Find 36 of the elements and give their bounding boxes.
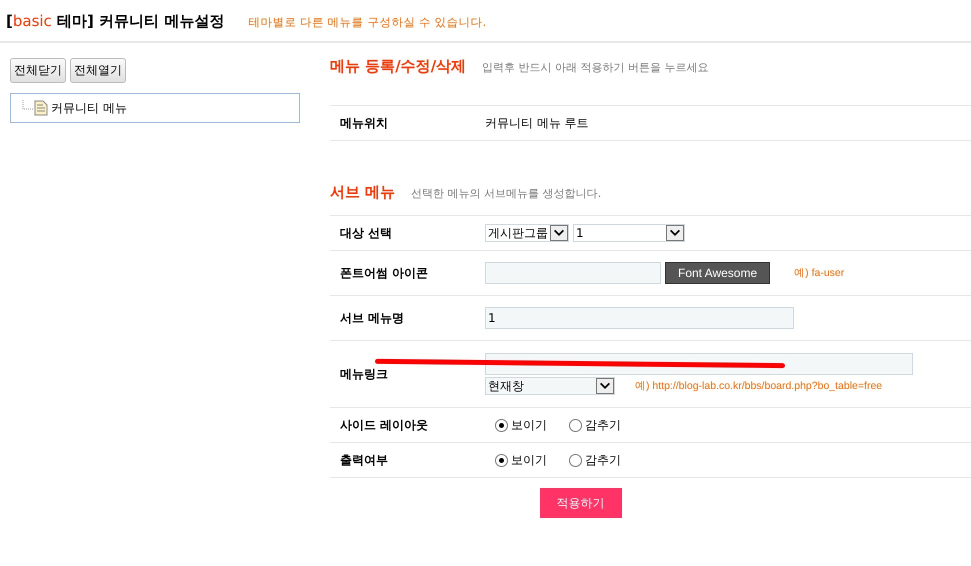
select-field[interactable]: 현재창 [485,377,615,395]
radio-option[interactable]: 보이기 [495,416,547,434]
example-text: 예) http://blog-lab.co.kr/bbs/board.php?bo_table=free [635,379,882,393]
font-awesome-button[interactable]: Font Awesome [665,262,770,284]
header-note: 테마별로 다른 메뉴를 구성하실 수 있습니다. [248,15,486,30]
section-hint: 선택한 메뉴의 서브메뉴를 생성합니다. [411,186,602,201]
row-value: 커뮤니티 메뉴 루트 [485,114,589,132]
select-field[interactable]: 1 [573,224,685,242]
apply-button[interactable]: 적용하기 [540,488,622,518]
page-title: [basic 테마] 커뮤니티 메뉴설정 [6,12,224,31]
radio-button[interactable] [569,454,582,466]
tree-node[interactable]: 커뮤니티 메뉴 [11,100,127,116]
example-text: 예) fa-user [794,266,844,280]
tree-button[interactable]: 전체열기 [70,58,126,83]
radio-button[interactable] [495,454,508,466]
radio-option[interactable]: 보이기 [495,452,547,468]
section-title: 서브 메뉴 [330,183,396,202]
row-label: 출력여부 [339,452,389,468]
section-hint: 입력후 반드시 아래 적용하기 버튼을 누르세요 [482,60,709,75]
select-field[interactable]: 게시판그룹 [485,224,569,242]
link-input-field[interactable] [485,353,913,375]
radio-button[interactable] [495,418,508,432]
menu-name-input-field[interactable]: 1 [485,307,794,329]
row-label: 서브 메뉴명 [339,310,406,326]
section-title: 메뉴 등록/수정/삭제 [330,57,466,76]
row-label: 메뉴링크 [339,366,389,382]
row-label: 대상 선택 [339,224,394,242]
tree-document-icon [21,100,49,116]
radio-option[interactable]: 감추기 [569,416,621,434]
row-label: 사이드 레이아웃 [339,416,430,434]
tree-button[interactable]: 전체닫기 [10,58,66,83]
radio-button[interactable] [569,418,582,432]
radio-option[interactable]: 감추기 [569,452,621,468]
row-label: 폰트어썸 아이콘 [339,264,430,282]
icon-input-field[interactable] [485,262,661,284]
row-label: 메뉴위치 [339,114,389,132]
